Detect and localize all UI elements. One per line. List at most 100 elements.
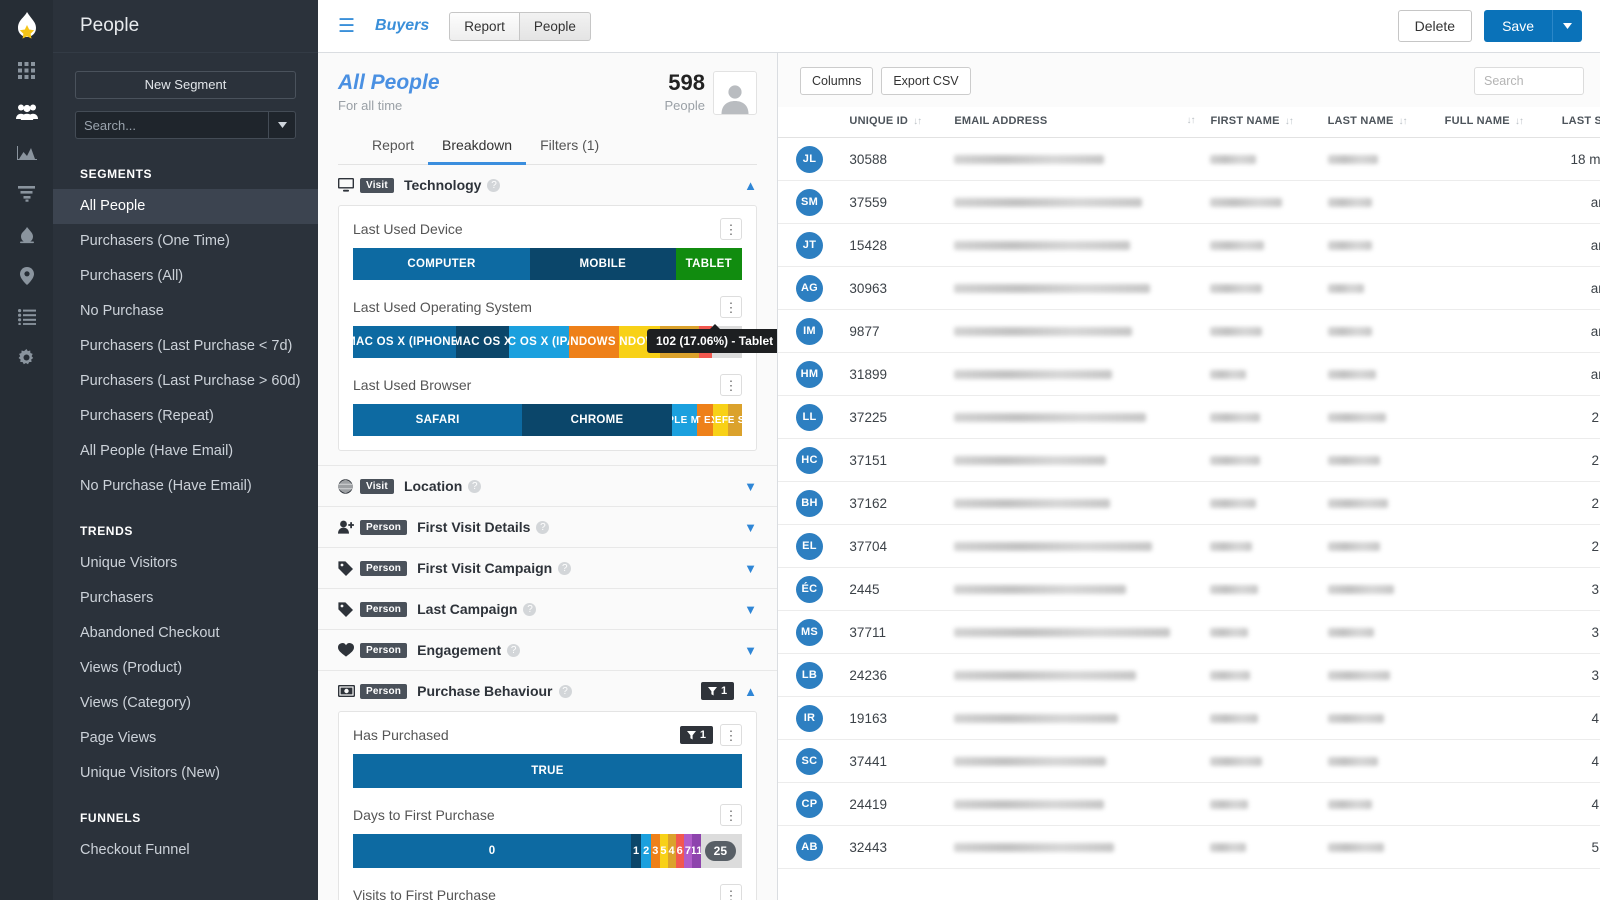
breadcrumb[interactable]: Buyers: [375, 17, 429, 35]
bar-segment[interactable]: MOBILE: [530, 248, 676, 280]
bar-segment[interactable]: FIREFOX: [713, 404, 729, 436]
sidebar-item-views-category[interactable]: Views (Category): [53, 686, 318, 721]
sidebar-item-abandoned-checkout[interactable]: Abandoned Checkout: [53, 616, 318, 651]
bar-segment[interactable]: 1: [631, 834, 641, 868]
help-icon[interactable]: ?: [523, 603, 536, 616]
col-full-name[interactable]: FULL NAME↓↑: [1437, 107, 1554, 138]
avatar[interactable]: LB: [796, 662, 823, 689]
segment-search-dropdown-button[interactable]: [268, 111, 296, 139]
bar-segment[interactable]: 3: [651, 834, 659, 868]
sidebar-item-checkout-funnel[interactable]: Checkout Funnel: [53, 833, 318, 868]
table-row[interactable]: JT15428an hour agoa mont: [778, 224, 1600, 267]
sort-icon[interactable]: ↓↑: [1285, 116, 1293, 127]
flame-star-logo[interactable]: [0, 0, 53, 53]
sort-icon[interactable]: ↓↑: [913, 116, 921, 127]
table-row[interactable]: HM31899an hour agoa mont: [778, 353, 1600, 396]
sidebar-item-purchasers-lt-7d[interactable]: Purchasers (Last Purchase < 7d): [53, 329, 318, 364]
avatar[interactable]: HC: [796, 447, 823, 474]
tab-breakdown[interactable]: Breakdown: [428, 129, 526, 165]
col-last-name[interactable]: LAST NAME↓↑: [1320, 107, 1437, 138]
avatar[interactable]: LL: [796, 404, 823, 431]
sidebar-item-purchasers[interactable]: Purchasers: [53, 581, 318, 616]
table-row[interactable]: HC371512 hours agoa mont: [778, 439, 1600, 482]
avatar[interactable]: JT: [796, 232, 823, 259]
avatar[interactable]: SC: [796, 748, 823, 775]
save-button[interactable]: Save: [1484, 10, 1552, 42]
bar-segment[interactable]: TRUE: [353, 754, 742, 788]
sidebar-item-unique-visitors[interactable]: Unique Visitors: [53, 546, 318, 581]
avatar[interactable]: CP: [796, 791, 823, 818]
location-pin-icon[interactable]: [0, 258, 53, 293]
table-row[interactable]: AG30963an hour ago7 days: [778, 267, 1600, 310]
filter-badge[interactable]: 1: [680, 726, 713, 744]
chevron-down-icon[interactable]: ▼: [744, 479, 757, 494]
tab-filters[interactable]: Filters (1): [526, 129, 613, 165]
sidebar-item-all-people-have-email[interactable]: All People (Have Email): [53, 434, 318, 469]
sidebar-item-all-people[interactable]: All People: [53, 189, 318, 224]
col-unique-id[interactable]: UNIQUE ID↓↑: [841, 107, 946, 138]
help-icon[interactable]: ?: [558, 562, 571, 575]
chevron-down-icon[interactable]: ▼: [744, 561, 757, 576]
table-scroll-region[interactable]: UNIQUE ID↓↑ EMAIL ADDRESS↓↑ FIRST NAME↓↑…: [778, 107, 1600, 900]
table-row[interactable]: MS377113 hours ago15 days: [778, 611, 1600, 654]
section-technology-header[interactable]: Visit Technology ? ▲: [338, 165, 757, 205]
grid-icon[interactable]: [0, 53, 53, 88]
table-row[interactable]: CP244194 hours ago23 days: [778, 783, 1600, 826]
table-row[interactable]: SC374414 hours ago17 days: [778, 740, 1600, 783]
tab-people[interactable]: People: [520, 12, 591, 41]
table-row[interactable]: EL377042 hours agoa day a: [778, 525, 1600, 568]
bar-segment[interactable]: CHROME: [522, 404, 672, 436]
sort-icon[interactable]: ↓↑: [1399, 116, 1407, 127]
bar-segment[interactable]: TABLET: [676, 248, 742, 280]
bar-segment[interactable]: 11: [692, 834, 701, 868]
hamburger-icon[interactable]: ☰: [338, 17, 355, 36]
overflow-count-badge[interactable]: 25: [705, 841, 736, 861]
avatar[interactable]: HM: [796, 361, 823, 388]
delete-button[interactable]: Delete: [1398, 10, 1472, 42]
table-row[interactable]: BH371622 hours agoa mont: [778, 482, 1600, 525]
bar-segment[interactable]: WINDOWS 10: [569, 326, 620, 358]
kebab-menu-icon[interactable]: ⋮: [720, 724, 742, 746]
section-first-visit-details-header[interactable]: Person First Visit Details ? ▼: [338, 507, 757, 547]
sort-icon[interactable]: ↓↑: [1515, 116, 1523, 127]
help-icon[interactable]: ?: [536, 521, 549, 534]
col-first-name[interactable]: FIRST NAME↓↑: [1202, 107, 1319, 138]
table-row[interactable]: IM9877an hour ago6 days: [778, 310, 1600, 353]
bar-segment[interactable]: SAFARI: [353, 404, 522, 436]
search-input[interactable]: [1474, 67, 1584, 95]
people-icon[interactable]: [0, 94, 53, 129]
section-location-header[interactable]: Visit Location ? ▼: [338, 466, 757, 506]
bar-segment[interactable]: MOBILE SAFARI: [728, 404, 742, 436]
flame-icon[interactable]: [0, 217, 53, 252]
table-row[interactable]: IR191634 hours ago4 hours: [778, 697, 1600, 740]
chevron-down-icon[interactable]: ▼: [744, 602, 757, 617]
bar-segment[interactable]: MAC OS X: [456, 326, 509, 358]
table-row[interactable]: SM37559an hour ago9 days: [778, 181, 1600, 224]
table-row[interactable]: LB242363 hours ago9 days: [778, 654, 1600, 697]
sort-icon[interactable]: ↓↑: [1186, 115, 1194, 126]
col-last-seen[interactable]: LAST SEEN↓≣: [1554, 107, 1600, 138]
help-icon[interactable]: ?: [468, 480, 481, 493]
segment-search-input[interactable]: [75, 111, 268, 139]
col-email-address[interactable]: EMAIL ADDRESS↓↑: [946, 107, 1202, 138]
kebab-menu-icon[interactable]: ⋮: [720, 218, 742, 240]
save-dropdown-chevron-down-icon[interactable]: [1552, 10, 1582, 42]
list-icon[interactable]: [0, 299, 53, 334]
export-csv-button[interactable]: Export CSV: [881, 67, 970, 95]
section-last-campaign-header[interactable]: Person Last Campaign ? ▼: [338, 589, 757, 629]
help-icon[interactable]: ?: [487, 179, 500, 192]
avatar[interactable]: IR: [796, 705, 823, 732]
sidebar-item-no-purchase[interactable]: No Purchase: [53, 294, 318, 329]
help-icon[interactable]: ?: [559, 685, 572, 698]
sidebar-item-purchasers-repeat[interactable]: Purchasers (Repeat): [53, 399, 318, 434]
bar-segment[interactable]: 4: [668, 834, 676, 868]
bar-segment[interactable]: 0: [353, 834, 631, 868]
bar-segment[interactable]: 5: [660, 834, 668, 868]
kebab-menu-icon[interactable]: ⋮: [720, 374, 742, 396]
new-segment-button[interactable]: New Segment: [75, 71, 296, 99]
gear-icon[interactable]: [0, 340, 53, 375]
bar-segment[interactable]: 2: [641, 834, 651, 868]
avatar[interactable]: BH: [796, 490, 823, 517]
filter-badge[interactable]: 1: [701, 682, 734, 700]
avatar[interactable]: ÉC: [796, 576, 823, 603]
